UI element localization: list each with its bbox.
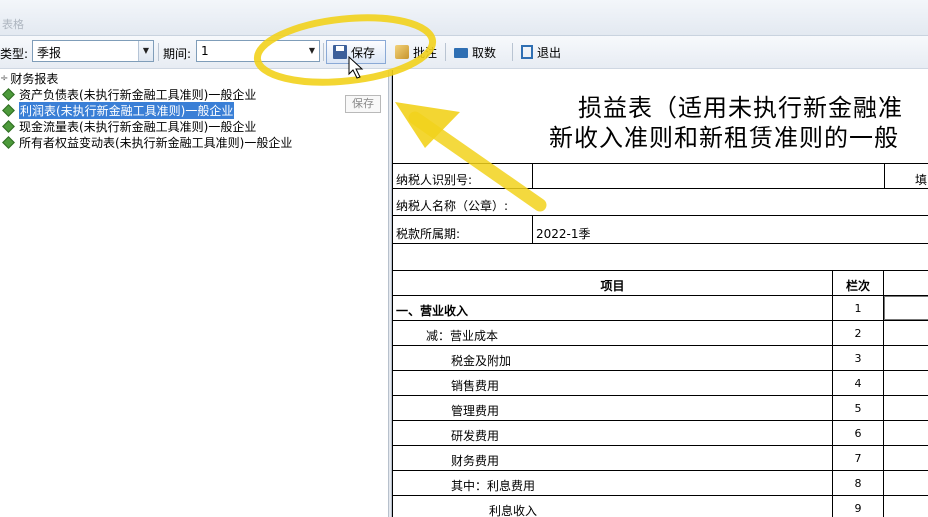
toolbar-separator	[323, 43, 324, 61]
row-line-number: 8	[833, 471, 884, 496]
tree-root-label: 财务报表	[10, 71, 59, 86]
row-amount-input[interactable]	[884, 396, 928, 421]
row-item-label: 销售费用	[393, 371, 833, 396]
toolbar-separator	[512, 43, 513, 61]
report-icon	[2, 103, 15, 117]
tree-item-label: 所有者权益变动表(未执行新金融工具准则)一般企业	[19, 135, 293, 150]
row-line-number: 9	[833, 496, 884, 517]
row-item-label: 税金及附加	[393, 346, 833, 371]
tree-root[interactable]: ÷ 财务报表	[0, 70, 58, 86]
col-header-item: 项目	[393, 271, 833, 296]
toolbar-separator	[158, 43, 159, 61]
taxpayer-id-field[interactable]	[533, 164, 885, 189]
form-title-line2: 新收入准则和新租赁准则的一般	[549, 124, 899, 152]
chevron-down-icon[interactable]: ▼	[138, 41, 153, 61]
type-select-value: 季报	[37, 46, 62, 60]
tree-item-cash-flow[interactable]: 现金流量表(未执行新金融工具准则)一般企业	[0, 118, 256, 134]
window-titlebar: 表格	[0, 0, 928, 36]
row-line-number: 3	[833, 346, 884, 371]
col-header-amount	[884, 271, 928, 296]
tree-item-label: 资产负债表(未执行新金融工具准则)一般企业	[19, 87, 257, 102]
row-line-number: 2	[833, 321, 884, 346]
window-title: 表格	[2, 18, 24, 31]
chevron-down-icon[interactable]: ▼	[305, 41, 319, 61]
period-label: 期间:	[163, 47, 192, 61]
row-line-number: 4	[833, 371, 884, 396]
save-tooltip: 保存	[345, 95, 381, 113]
report-icon	[2, 119, 15, 133]
row-line-number: 7	[833, 446, 884, 471]
report-icon	[2, 87, 15, 101]
row-line-number: 6	[833, 421, 884, 446]
row-item-label: 管理费用	[393, 396, 833, 421]
toolbar-separator	[445, 43, 446, 61]
save-button[interactable]: 保存	[326, 40, 386, 64]
type-select[interactable]: 季报 ▼	[32, 40, 154, 62]
fill-date-label: 填	[885, 164, 928, 189]
period-select-value: 1	[201, 44, 209, 58]
row-item-label: 利息收入	[393, 496, 833, 517]
tree-item-balance-sheet[interactable]: 资产负债表(未执行新金融工具准则)一般企业	[0, 86, 256, 102]
exit-button[interactable]: 退出	[515, 40, 567, 64]
row-amount-input[interactable]	[884, 346, 928, 371]
tree-item-income-statement[interactable]: 利润表(未执行新金融工具准则)一般企业	[0, 101, 235, 119]
tax-period-label: 税款所属期:	[393, 216, 533, 244]
tree-item-label: 现金流量表(未执行新金融工具准则)一般企业	[19, 119, 257, 134]
row-amount-input[interactable]	[884, 296, 928, 321]
row-item-label: 研发费用	[393, 421, 833, 446]
save-button-label: 保存	[351, 45, 376, 60]
row-amount-input[interactable]	[884, 471, 928, 496]
fetch-icon	[454, 48, 468, 58]
row-amount-input[interactable]	[884, 321, 928, 346]
exit-icon	[521, 45, 533, 59]
taxpayer-id-label: 纳税人识别号:	[393, 164, 533, 189]
col-header-line: 栏次	[833, 271, 884, 296]
row-amount-input[interactable]	[884, 421, 928, 446]
fetch-button-label: 取数	[472, 45, 497, 60]
row-item-label: 减：营业成本	[393, 321, 833, 346]
approve-button[interactable]: 批注	[389, 40, 443, 64]
save-icon	[333, 45, 347, 59]
period-select[interactable]: 1 ▼	[196, 40, 320, 62]
income-statement-form: 损益表（适用未执行新金融准 新收入准则和新租赁准则的一般 纳税人识别号: 填 纳…	[392, 70, 928, 517]
collapse-icon[interactable]: ÷	[0, 73, 8, 84]
toolbar: 类型: 季报 ▼ 期间: 1 ▼ 保存 批注 取数 退出	[0, 36, 928, 69]
exit-button-label: 退出	[537, 45, 562, 60]
tree-item-equity-changes[interactable]: 所有者权益变动表(未执行新金融工具准则)一般企业	[0, 134, 292, 150]
type-label: 类型:	[0, 47, 29, 61]
tax-period-value: 2022-1季	[533, 216, 928, 244]
row-line-number: 5	[833, 396, 884, 421]
row-item-label: 其中：利息费用	[393, 471, 833, 496]
row-amount-input[interactable]	[884, 371, 928, 396]
fetch-button[interactable]: 取数	[448, 40, 502, 64]
row-item-label: 一、营业收入	[393, 296, 833, 321]
approve-button-label: 批注	[413, 45, 438, 60]
row-item-label: 财务费用	[393, 446, 833, 471]
taxpayer-name-label: 纳税人名称（公章）:	[393, 189, 928, 216]
report-icon	[2, 135, 15, 149]
row-line-number: 1	[833, 296, 884, 321]
row-amount-input[interactable]	[884, 496, 928, 517]
approve-icon	[395, 45, 409, 59]
tree-item-label: 利润表(未执行新金融工具准则)一般企业	[19, 101, 235, 119]
row-amount-input[interactable]	[884, 446, 928, 471]
